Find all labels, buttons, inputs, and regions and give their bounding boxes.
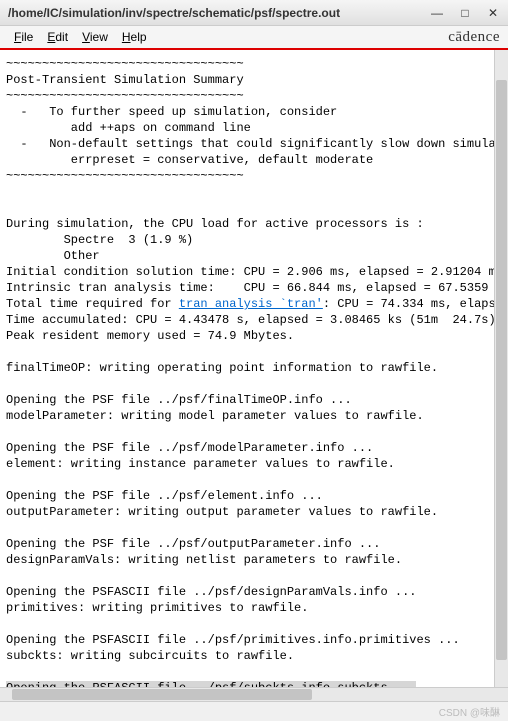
log-line: ~~~~~~~~~~~~~~~~~~~~~~~~~~~~~~~~~ [6,169,244,183]
log-line: outputParameter: writing output paramete… [6,505,438,519]
minimize-button[interactable]: — [430,6,444,20]
maximize-button[interactable]: □ [458,6,472,20]
log-line: Post-Transient Simulation Summary [6,73,244,87]
menubar: File Edit View Help [8,28,153,46]
log-output[interactable]: ~~~~~~~~~~~~~~~~~~~~~~~~~~~~~~~~~ Post-T… [0,50,494,687]
log-line: designParamVals: writing netlist paramet… [6,553,402,567]
brand-logo: cādence [448,29,500,46]
statusbar: CSDN @味醂 [0,701,508,721]
vertical-scrollbar[interactable] [494,50,508,687]
log-line: Opening the PSFASCII file ../psf/primiti… [6,633,460,647]
watermark: CSDN @味醂 [439,704,500,719]
log-line: During simulation, the CPU load for acti… [6,217,424,231]
log-line: Time accumulated: CPU = 4.43478 s, elaps… [6,313,494,327]
log-line: ~~~~~~~~~~~~~~~~~~~~~~~~~~~~~~~~~ [6,89,244,103]
window-controls: — □ ✕ [430,6,500,20]
log-line: Initial condition solution time: CPU = 2… [6,265,494,279]
log-line: Opening the PSF file ../psf/modelParamet… [6,441,373,455]
menu-view[interactable]: View [76,28,114,46]
log-line: Other [6,249,100,263]
horizontal-scrollbar[interactable] [0,687,508,701]
log-line: element: writing instance parameter valu… [6,457,395,471]
log-line: Peak resident memory used = 74.9 Mbytes. [6,329,294,343]
log-line: Opening the PSF file ../psf/outputParame… [6,537,380,551]
log-line: Spectre 3 (1.9 %) [6,233,193,247]
tran-analysis-link[interactable]: tran analysis `tran' [179,297,323,311]
log-line: Opening the PSF file ../psf/finalTimeOP.… [6,393,352,407]
log-line: Opening the PSF file ../psf/element.info… [6,489,323,503]
vertical-scrollbar-thumb[interactable] [496,80,507,660]
content-area: ~~~~~~~~~~~~~~~~~~~~~~~~~~~~~~~~~ Post-T… [0,50,508,687]
log-line: Intrinsic tran analysis time: CPU = 66.8… [6,281,494,295]
log-line: ~~~~~~~~~~~~~~~~~~~~~~~~~~~~~~~~~ [6,57,244,71]
menu-file[interactable]: File [8,28,39,46]
log-line: subckts: writing subcircuits to rawfile. [6,649,294,663]
log-line: Opening the PSFASCII file ../psf/designP… [6,585,416,599]
log-line: modelParameter: writing model parameter … [6,409,424,423]
horizontal-scrollbar-thumb[interactable] [12,689,312,700]
log-line: Total time required for [6,297,179,311]
log-line: - To further speed up simulation, consid… [6,105,337,119]
log-line: errpreset = conservative, default modera… [6,153,373,167]
app-window: /home/IC/simulation/inv/spectre/schemati… [0,0,508,721]
close-button[interactable]: ✕ [486,6,500,20]
menu-help[interactable]: Help [116,28,153,46]
log-line: - Non-default settings that could signif… [6,137,494,151]
menu-edit[interactable]: Edit [41,28,74,46]
log-line: : CPU = 74.334 ms, elapsed = 75 [323,297,494,311]
log-line: finalTimeOP: writing operating point inf… [6,361,438,375]
window-title: /home/IC/simulation/inv/spectre/schemati… [8,6,430,20]
menubar-row: File Edit View Help cādence [0,26,508,50]
titlebar[interactable]: /home/IC/simulation/inv/spectre/schemati… [0,0,508,26]
log-line: add ++aps on command line [6,121,251,135]
log-line: primitives: writing primitives to rawfil… [6,601,308,615]
